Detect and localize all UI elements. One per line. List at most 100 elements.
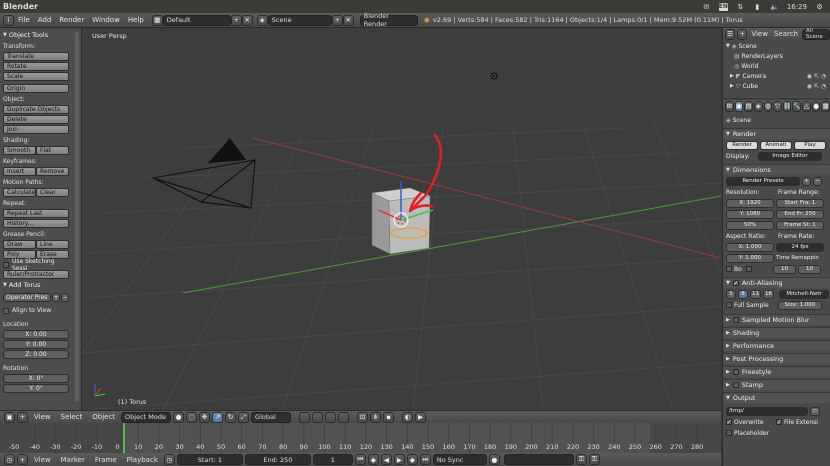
- add-render-preset-button[interactable]: +: [802, 176, 811, 186]
- layer-button-4[interactable]: [338, 411, 350, 423]
- camera-expand-icon[interactable]: ▶: [730, 73, 734, 79]
- operator-presets-select[interactable]: Operator Pres: [3, 293, 51, 302]
- keyboard-layout[interactable]: EN: [719, 2, 728, 11]
- animation-button[interactable]: Animati: [760, 140, 792, 150]
- volume-icon[interactable]: 🔈: [770, 3, 779, 11]
- render-presets-select[interactable]: Render Presets: [726, 176, 800, 186]
- outliner-item-world[interactable]: ◍ World: [726, 61, 830, 71]
- location-x-field[interactable]: X: 0.00: [3, 330, 69, 339]
- shading-panel-header[interactable]: ▶ Shading: [723, 327, 830, 338]
- insert-keyframe-button[interactable]: Insert: [3, 167, 36, 176]
- screen-layout-field[interactable]: Default: [162, 14, 231, 26]
- draw-button[interactable]: Draw: [3, 240, 36, 249]
- preview-range-button[interactable]: ◷: [163, 454, 175, 465]
- layer-button-2[interactable]: [312, 411, 324, 423]
- timeline-collapse-button[interactable]: +: [17, 454, 28, 465]
- layer-button-1[interactable]: [299, 411, 311, 423]
- material-tab-icon[interactable]: ●: [811, 100, 821, 112]
- play-button[interactable]: Play: [794, 140, 826, 150]
- mail-icon[interactable]: ✉: [702, 3, 711, 11]
- network-icon[interactable]: ⇅: [736, 3, 745, 11]
- start-frame-field[interactable]: Start Fra: 1: [776, 198, 824, 208]
- line-button[interactable]: Line: [36, 240, 69, 249]
- align-to-view-checkbox[interactable]: [3, 307, 9, 314]
- overwrite-checkbox[interactable]: ✓: [726, 419, 732, 426]
- render-engine-select[interactable]: Blender Render: [359, 12, 418, 28]
- outliner-search-menu[interactable]: Search: [772, 30, 800, 38]
- mode-select[interactable]: Object Mode: [121, 411, 172, 423]
- aa-samples-16[interactable]: 16: [763, 289, 774, 299]
- battery-icon[interactable]: ▮: [753, 3, 762, 11]
- flat-button[interactable]: Flat: [36, 146, 69, 155]
- jump-start-icon[interactable]: ⏮: [354, 454, 366, 465]
- timeline-editor-type-button[interactable]: ◷: [4, 454, 15, 465]
- expand-icon[interactable]: ▼: [726, 43, 730, 49]
- dimensions-panel-header[interactable]: ▼ Dimensions: [723, 164, 830, 175]
- cube-expand-icon[interactable]: ▶: [730, 83, 734, 89]
- cube-visibility-icon[interactable]: ◉ ⇱ ◔: [807, 83, 826, 90]
- aa-samples-8[interactable]: 8: [738, 289, 748, 299]
- location-y-field[interactable]: Y: 0.00: [3, 340, 69, 349]
- resolution-y-field[interactable]: Y: 1080: [726, 209, 774, 219]
- freestyle-panel-header[interactable]: ▶ Freestyle: [723, 366, 830, 377]
- start-frame-field[interactable]: Start: 1: [176, 454, 243, 465]
- prev-keyframe-icon[interactable]: ◆: [367, 454, 379, 465]
- texture-tab-icon[interactable]: ▦: [821, 100, 830, 112]
- add-layout-button[interactable]: +: [230, 14, 242, 26]
- play-icon[interactable]: ▶: [393, 454, 405, 465]
- resolution-percentage-field[interactable]: 50%: [726, 220, 774, 230]
- keying-set-field[interactable]: [503, 454, 574, 465]
- camera-object[interactable]: [151, 158, 256, 209]
- world-tab-icon[interactable]: ◍: [763, 100, 773, 112]
- stamp-checkbox[interactable]: [732, 382, 739, 388]
- frame-rate-select[interactable]: 24 fps: [776, 242, 824, 252]
- aa-samples-5[interactable]: 5: [726, 289, 736, 299]
- power-icon[interactable]: ⚙: [815, 3, 824, 11]
- outliner-item-renderlayers[interactable]: ▤ RenderLayers: [726, 51, 830, 61]
- remove-preset-button[interactable]: −: [61, 293, 69, 302]
- record-icon[interactable]: ●: [488, 454, 500, 465]
- visibility-icon[interactable]: ◉ ⇱ ◔: [807, 73, 826, 80]
- playback-menu[interactable]: Playback: [123, 456, 162, 464]
- menu-add[interactable]: Add: [34, 16, 56, 24]
- object-menu[interactable]: Object: [88, 413, 119, 421]
- output-panel-header[interactable]: ▼ Output: [723, 392, 830, 403]
- output-path-field[interactable]: /tmp/: [726, 406, 808, 416]
- manipulator-toggle[interactable]: ✥: [199, 411, 211, 423]
- render-layers-tab-icon[interactable]: ▤: [744, 100, 753, 112]
- aspect-x-field[interactable]: X: 1.000: [726, 242, 774, 252]
- join-button[interactable]: Join: [3, 125, 69, 134]
- render-tab-icon[interactable]: ▣: [734, 100, 744, 112]
- orientation-select[interactable]: Global: [251, 411, 292, 423]
- anti-aliasing-panel-header[interactable]: ▼ ✓ Anti-Aliasing: [723, 277, 830, 288]
- render-animation-icon[interactable]: ▶: [415, 411, 427, 423]
- rotation-x-field[interactable]: X: 0°: [3, 374, 69, 383]
- border-checkbox[interactable]: [726, 266, 732, 272]
- full-sample-checkbox[interactable]: [726, 302, 732, 308]
- rotate-manipulator[interactable]: ↻: [225, 411, 237, 423]
- calculate-button[interactable]: Calculate: [3, 188, 36, 197]
- view-menu[interactable]: View: [30, 413, 55, 421]
- render-panel-header[interactable]: ▼ Render: [723, 128, 830, 139]
- lock-icon[interactable]: ⊡: [357, 411, 369, 423]
- end-frame-field[interactable]: End: 250: [244, 454, 311, 465]
- sync-select[interactable]: No Sync: [432, 454, 487, 465]
- modifiers-tab-icon[interactable]: 🔧: [792, 100, 802, 112]
- scale-manipulator[interactable]: ⤢: [238, 411, 250, 423]
- aspect-y-field[interactable]: Y: 1.000: [726, 253, 774, 263]
- time-remap-new-field[interactable]: 10: [798, 264, 821, 274]
- outliner-item-cube[interactable]: ▶ ▽ Cube ◉ ⇱ ◔: [726, 81, 830, 91]
- resolution-x-field[interactable]: X: 1920: [726, 198, 774, 208]
- clear-button[interactable]: Clear: [36, 188, 69, 197]
- pivot-point-button[interactable]: ◌: [186, 411, 198, 423]
- outliner-item-scene[interactable]: ▼ ◈ Scene: [726, 41, 830, 51]
- next-keyframe-icon[interactable]: ◆: [406, 454, 418, 465]
- file-extension-checkbox[interactable]: ✓: [776, 419, 782, 426]
- jump-end-icon[interactable]: ⏭: [419, 454, 431, 465]
- editor-type-icon[interactable]: i: [3, 14, 14, 26]
- current-frame-field[interactable]: 1: [312, 454, 353, 465]
- scene-tab-icon[interactable]: ◈: [753, 100, 763, 112]
- menu-render[interactable]: Render: [55, 16, 88, 24]
- aa-samples-11[interactable]: 11: [750, 289, 761, 299]
- layer-button-3[interactable]: [325, 411, 337, 423]
